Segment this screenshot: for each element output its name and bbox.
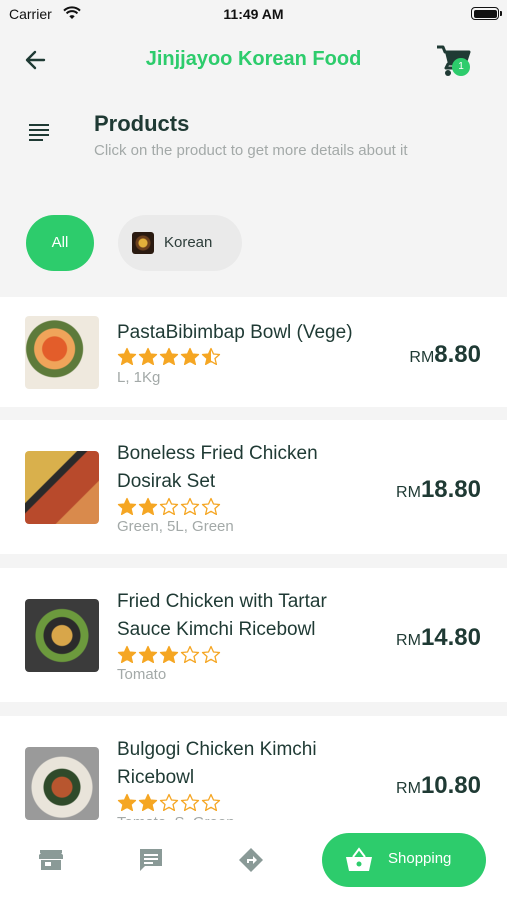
basket-icon: [346, 847, 372, 871]
currency-label: RM: [409, 349, 435, 366]
product-image: [25, 451, 99, 524]
price-value: 10.80: [420, 772, 481, 799]
star-full-icon: [138, 497, 158, 515]
star-full-icon: [117, 347, 137, 365]
product-price: RM14.80: [396, 624, 481, 652]
status-bar: Carrier 11:49 AM: [0, 0, 507, 28]
product-variant: Green, 5L, Green: [117, 518, 234, 535]
cart-count-badge: 1: [452, 58, 470, 76]
star-full-icon: [117, 497, 137, 515]
star-empty-icon: [201, 645, 221, 663]
star-full-icon: [159, 347, 179, 365]
star-empty-icon: [180, 793, 200, 811]
bottom-nav: Shopping: [0, 820, 507, 900]
star-full-icon: [138, 645, 158, 663]
category-chip-all[interactable]: All: [26, 215, 94, 271]
star-empty-icon: [159, 793, 179, 811]
star-empty-icon: [180, 645, 200, 663]
star-half-icon: [201, 347, 221, 365]
app-title: Jinjjayoo Korean Food: [145, 48, 362, 70]
category-chip-korean[interactable]: Korean: [118, 215, 242, 271]
product-variant: L, 1Kg: [117, 369, 161, 386]
product-variant: Tomato: [117, 666, 167, 683]
product-price: RM18.80: [396, 476, 481, 504]
star-empty-icon: [201, 497, 221, 515]
price-value: 18.80: [420, 476, 481, 503]
product-name: Fried Chicken with Tartar Sauce Kimchi Ri…: [117, 591, 327, 640]
battery-icon: [471, 7, 502, 20]
rating-stars: [117, 347, 222, 365]
rating-stars: [117, 497, 222, 515]
product-price: RM10.80: [396, 772, 481, 800]
star-full-icon: [117, 645, 137, 663]
product-name: PastaBibimbap Bowl (Vege): [117, 322, 353, 343]
category-chip-label: Korean: [164, 234, 213, 251]
chat-icon[interactable]: [137, 846, 165, 874]
product-card[interactable]: Bulgogi Chicken KimchiRicebowl Tomato, S…: [0, 716, 507, 820]
page-subtitle: Click on the product to get more details…: [94, 142, 408, 159]
rating-stars: [117, 645, 222, 663]
star-full-icon: [159, 645, 179, 663]
currency-label: RM: [396, 484, 421, 501]
star-empty-icon: [201, 793, 221, 811]
currency-label: RM: [396, 632, 421, 649]
star-empty-icon: [180, 497, 200, 515]
currency-label: RM: [396, 780, 421, 797]
product-name: Boneless Fried Chicken Dosirak Set: [117, 443, 318, 492]
product-card[interactable]: PastaBibimbap Bowl (Vege) L, 1Kg RM8.80: [0, 297, 507, 407]
product-name: Bulgogi Chicken Kimchi Ricebowl: [117, 739, 317, 788]
price-value: 8.80: [434, 341, 481, 368]
bibimbap-icon: [132, 232, 154, 254]
star-full-icon: [180, 347, 200, 365]
star-full-icon: [138, 347, 158, 365]
product-list[interactable]: PastaBibimbap Bowl (Vege) L, 1Kg RM8.80 …: [0, 297, 507, 820]
product-image: [25, 316, 99, 389]
clock: 11:49 AM: [223, 6, 284, 22]
menu-icon[interactable]: [28, 121, 50, 143]
star-full-icon: [117, 793, 137, 811]
shopping-nav-label: Shopping: [388, 850, 452, 867]
price-value: 14.80: [420, 624, 481, 651]
product-image: [25, 599, 99, 672]
directions-icon[interactable]: [237, 846, 265, 874]
rating-stars: [117, 793, 222, 811]
star-empty-icon: [159, 497, 179, 515]
shopping-nav-button[interactable]: Shopping: [322, 833, 486, 887]
product-image: [25, 747, 99, 820]
page-title: Products: [94, 111, 190, 136]
star-full-icon: [138, 793, 158, 811]
product-price: RM8.80: [409, 341, 481, 369]
store-icon[interactable]: [37, 846, 65, 874]
product-card[interactable]: Boneless Fried Chicken Dosirak Set Green,…: [0, 420, 507, 554]
product-card[interactable]: Fried Chicken with Tartar Sauce Kimchi Ri…: [0, 568, 507, 702]
